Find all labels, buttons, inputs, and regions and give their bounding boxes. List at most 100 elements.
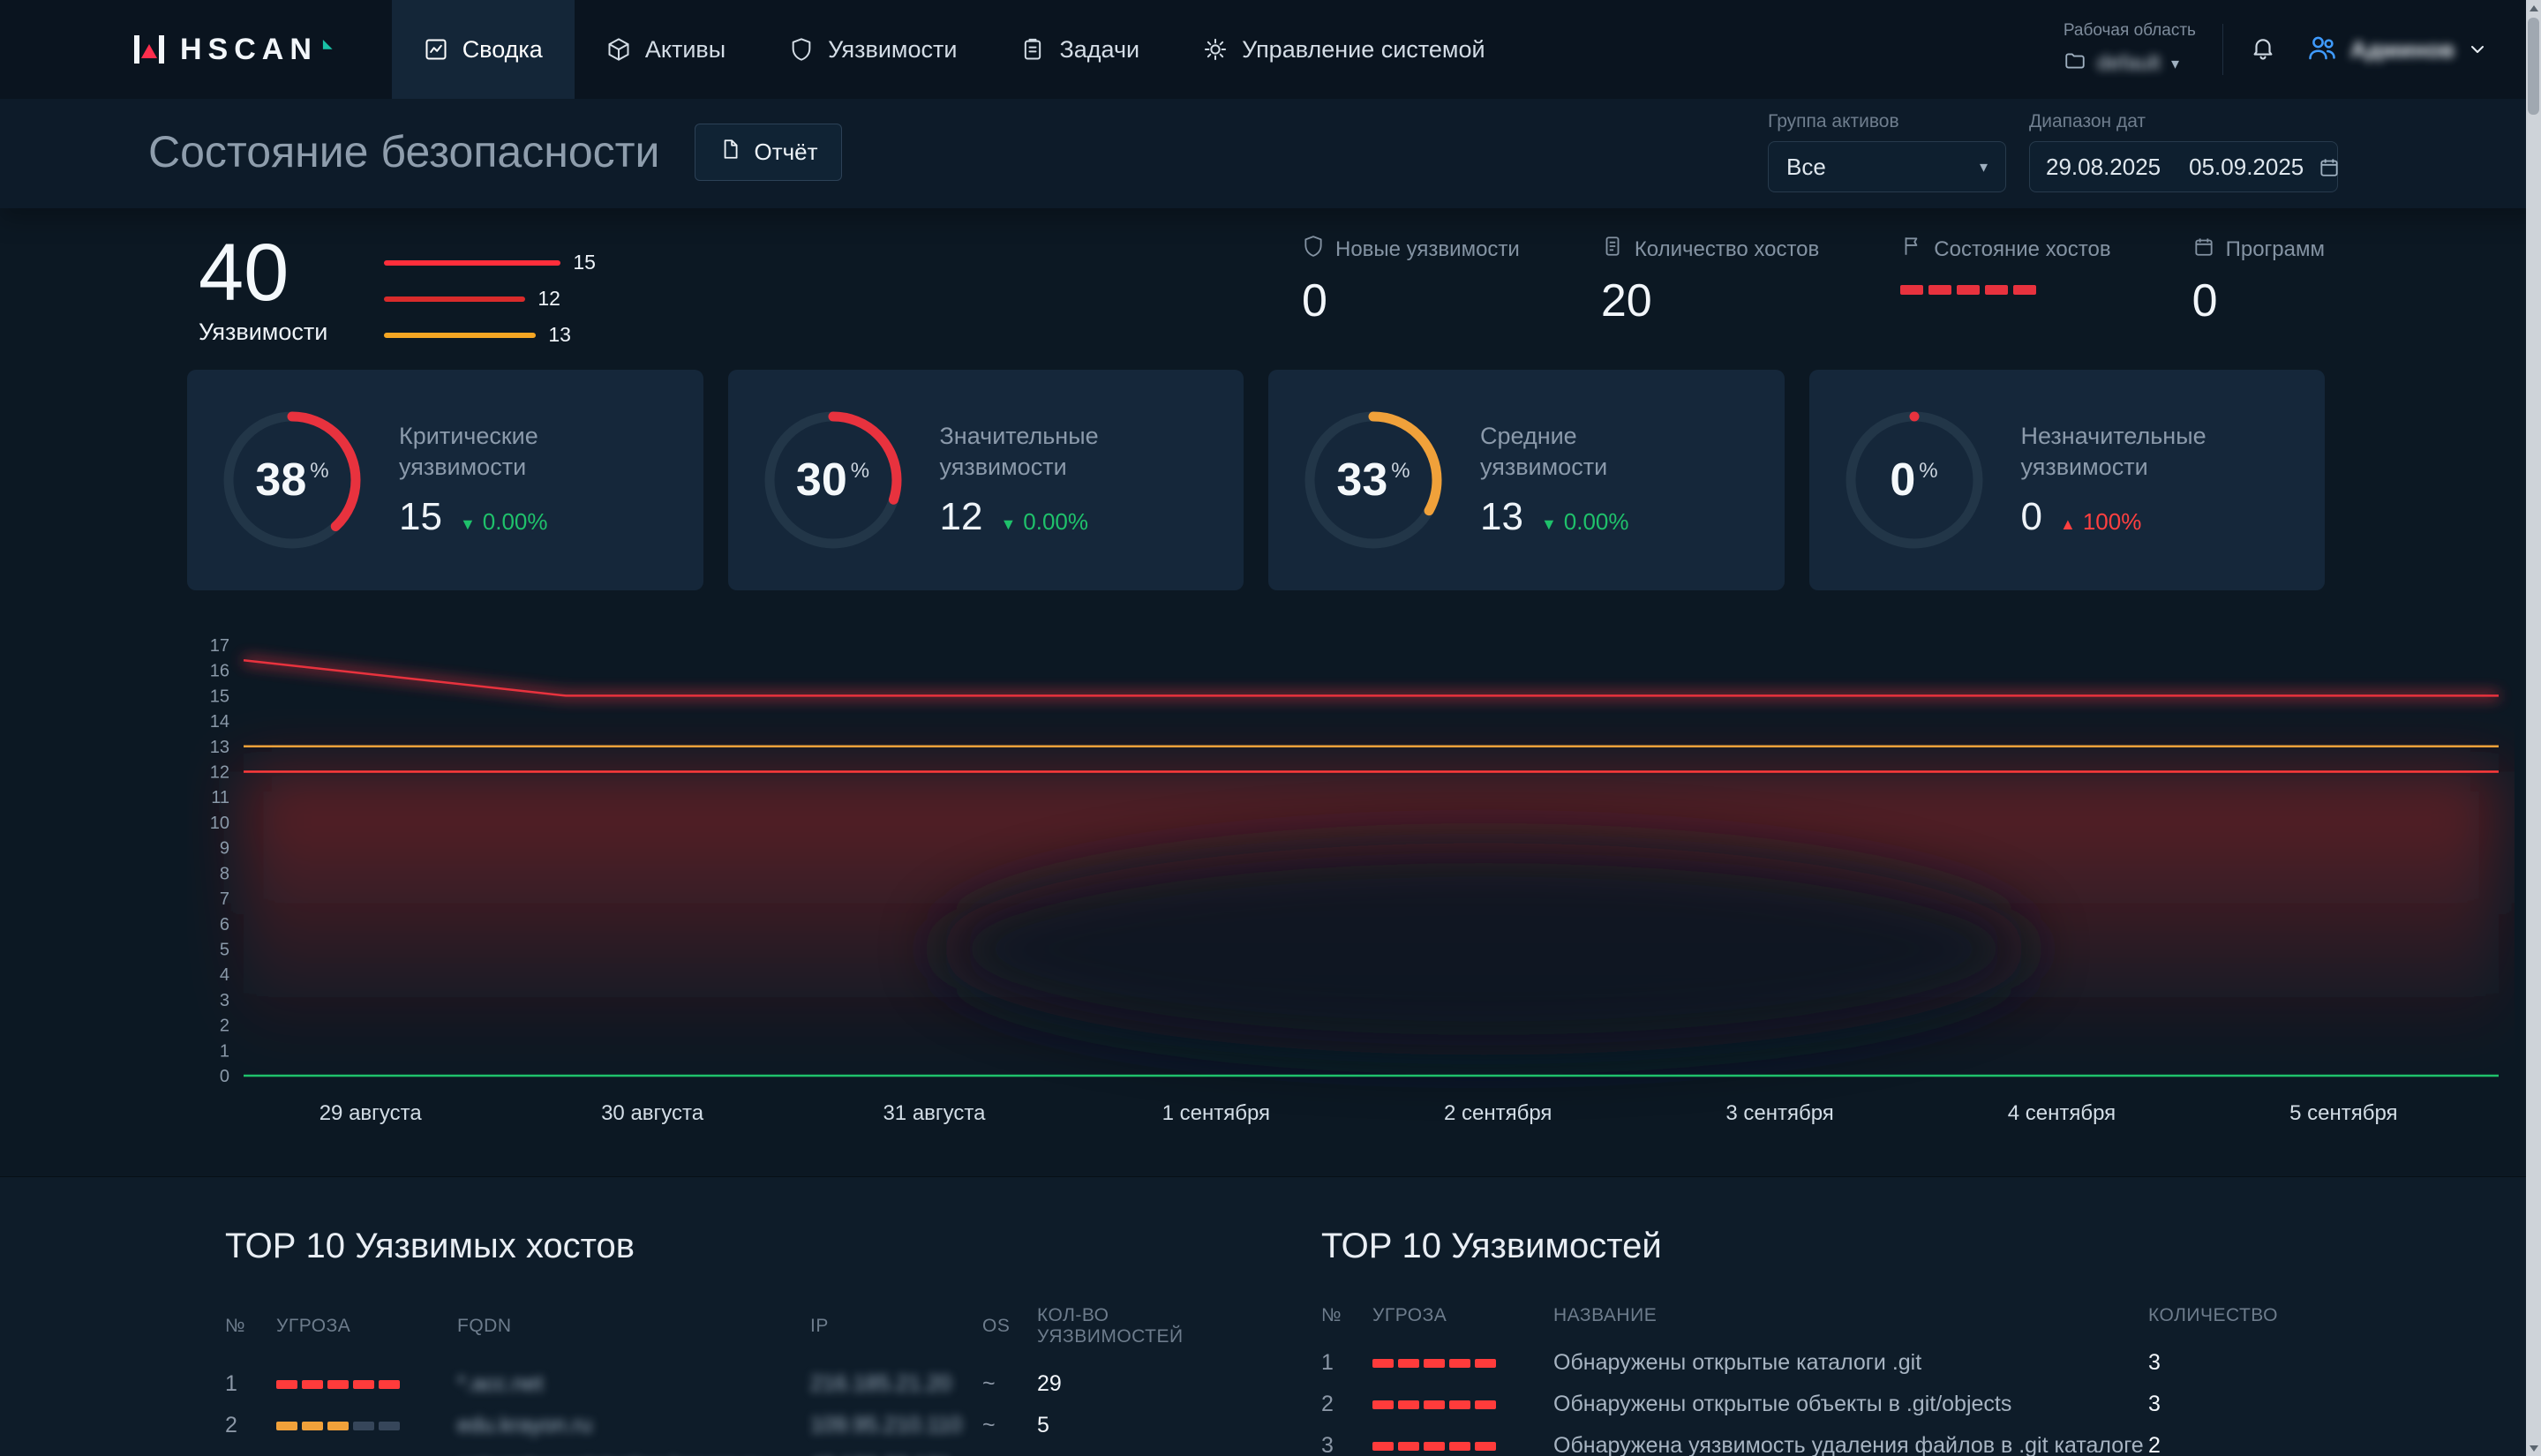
app-root: HSCAN Сводка Активы Уязвимости Задачи Уп… [0, 0, 2541, 1456]
workspace-value: default [2097, 51, 2161, 76]
chevron-down-icon [2467, 39, 2488, 60]
card-significant: 30% Значительные уязвимости 12 ▼ 0.00% [728, 370, 1244, 590]
table-row[interactable]: 3 Обнаружена уязвимость удаления файлов … [1321, 1425, 2316, 1456]
svg-text:31 августа: 31 августа [883, 1101, 986, 1125]
svg-text:5: 5 [220, 940, 229, 959]
severity-bar-significant: 12 [384, 287, 596, 311]
threat-level-bars [276, 1422, 457, 1430]
scrollbar-down-arrow[interactable] [2526, 1440, 2541, 1456]
user-menu[interactable]: Админов [2306, 32, 2488, 68]
svg-text:3: 3 [220, 991, 229, 1010]
donut-chart: 0% [1839, 405, 1989, 555]
tasks-icon [1020, 37, 1045, 62]
bar [384, 260, 560, 266]
card-value: 13 [1480, 495, 1523, 539]
count-cell: 2 [2148, 1433, 2316, 1456]
asset-group-select[interactable]: Все ▾ [1768, 141, 2006, 192]
topbar-right: Рабочая область default ▾ Админов [2064, 0, 2541, 99]
svg-text:5 сентября: 5 сентября [2289, 1101, 2397, 1125]
stat-value: 0 [1302, 274, 1520, 329]
svg-text:4 сентября: 4 сентября [2008, 1101, 2116, 1125]
trend-arrow-icon: ▲ [2060, 515, 2076, 534]
browser-scrollbar[interactable] [2526, 0, 2541, 1456]
svg-text:2: 2 [220, 1017, 229, 1036]
divider [2222, 24, 2223, 75]
count-cell: 29 [1037, 1371, 1220, 1397]
nav-tab-system-management[interactable]: Управление системой [1171, 0, 1516, 99]
svg-text:8: 8 [220, 864, 229, 883]
count-cell: 3 [2148, 1350, 2316, 1376]
fqdn-cell: *.acc.net [457, 1371, 810, 1397]
svg-text:15: 15 [210, 687, 229, 706]
card-medium: 33% Средние уязвимости 13 ▼ 0.00% [1268, 370, 1785, 590]
table-row[interactable]: 3 enterpriseregistration.krayon.ru 40.12… [225, 1446, 1220, 1456]
host-state-indicator [1900, 285, 2110, 295]
table-row[interactable]: 1 *.acc.net 216.185.21.20 ~ 29 [225, 1363, 1220, 1405]
svg-text:12: 12 [210, 763, 229, 783]
date-range-picker[interactable]: 29.08.2025 05.09.2025 [2029, 141, 2338, 192]
vulnerabilities-trend-chart: 0123456789101112131415161729 августа30 а… [187, 622, 2515, 1139]
trend-indicator: ▼ 0.00% [460, 508, 548, 536]
summary-row: 40 Уязвимости 15 12 13 Новые уязвимости [0, 208, 2541, 347]
kpi-stats: Новые уязвимости 0 Количество хостов 20 … [1302, 235, 2325, 329]
threat-level-bars [1372, 1359, 1553, 1368]
hosts-icon [1601, 235, 1624, 264]
top10-vulnerabilities-table: ТОР 10 Уязвимостей № УГРОЗА НАЗВАНИЕ КОЛ… [1321, 1227, 2316, 1456]
trend-indicator: ▼ 0.00% [1541, 508, 1629, 536]
nav-tab-assets[interactable]: Активы [575, 0, 757, 99]
table-row[interactable]: 1 Обнаружены открытые каталоги .git 3 [1321, 1342, 2316, 1384]
card-label: Критические уязвимости [399, 421, 628, 483]
top10-section: ТОР 10 Уязвимых хостов № УГРОЗА FQDN IP … [0, 1176, 2541, 1456]
main-nav: Сводка Активы Уязвимости Задачи Управлен… [392, 0, 1517, 99]
scrollbar-thumb[interactable] [2528, 18, 2539, 115]
logo-text: HSCAN [180, 33, 339, 67]
shield-icon [1302, 235, 1325, 264]
donut-chart: 38% [217, 405, 367, 555]
fqdn-cell: edu.krayon.ru [457, 1413, 810, 1438]
stat-new-vulnerabilities: Новые уязвимости 0 [1302, 235, 1520, 329]
asset-group-control: Группа активов Все ▾ [1768, 111, 2006, 192]
severity-bars: 15 12 13 [384, 251, 596, 347]
stat-host-state: Состояние хостов [1900, 235, 2110, 329]
card-label: Средние уязвимости [1480, 421, 1710, 483]
nav-tab-tasks[interactable]: Задачи [989, 0, 1171, 99]
nav-tab-label: Активы [645, 36, 725, 64]
scrollbar-up-arrow[interactable] [2526, 0, 2541, 16]
total-vulnerabilities-value: 40 [199, 235, 327, 311]
report-button[interactable]: Отчёт [695, 124, 841, 181]
nav-tab-label: Сводка [462, 36, 543, 64]
nav-tab-vulnerabilities[interactable]: Уязвимости [757, 0, 989, 99]
svg-text:14: 14 [210, 712, 229, 732]
ip-cell: 109.95.210.110 [810, 1413, 982, 1438]
table-header: № УГРОЗА FQDN IP OS КОЛ-ВО УЯЗВИМОСТЕЙ [225, 1296, 1220, 1363]
trend-arrow-icon: ▼ [1541, 515, 1557, 534]
threat-level-bars [1372, 1442, 1553, 1451]
bell-icon [2250, 34, 2276, 65]
app-logo[interactable]: HSCAN [132, 0, 392, 99]
severity-cards: 38% Критические уязвимости 15 ▼ 0.00% 30… [0, 347, 2541, 590]
asset-group-label: Группа активов [1768, 111, 2006, 132]
table-row[interactable]: 2 Обнаружены открытые объекты в .git/obj… [1321, 1384, 2316, 1425]
svg-text:1: 1 [220, 1041, 229, 1061]
nav-tab-label: Управление системой [1242, 36, 1485, 64]
calendar-icon [2318, 155, 2341, 178]
calendar-icon [2192, 235, 2215, 264]
ip-cell: 216.185.21.20 [810, 1371, 982, 1397]
svg-text:6: 6 [220, 915, 229, 934]
notifications-button[interactable] [2250, 34, 2276, 65]
vulnerability-name-cell: Обнаружены открытые каталоги .git [1553, 1350, 2148, 1376]
stat-host-count: Количество хостов 20 [1601, 235, 1819, 329]
trend-indicator: ▲ 100% [2060, 508, 2141, 536]
workspace-selector[interactable]: Рабочая область default ▾ [2064, 21, 2196, 79]
donut-chart: 33% [1298, 405, 1448, 555]
svg-text:0: 0 [220, 1067, 229, 1086]
threat-level-bars [276, 1380, 457, 1389]
logo-icon [132, 32, 168, 67]
flag-icon [1900, 235, 1923, 264]
donut-chart: 30% [758, 405, 908, 555]
shield-icon [789, 37, 814, 62]
table-row[interactable]: 2 edu.krayon.ru 109.95.210.110 ~ 5 [225, 1405, 1220, 1446]
assets-icon [606, 37, 631, 62]
nav-tab-summary[interactable]: Сводка [392, 0, 575, 99]
nav-tab-label: Уязвимости [828, 36, 957, 64]
